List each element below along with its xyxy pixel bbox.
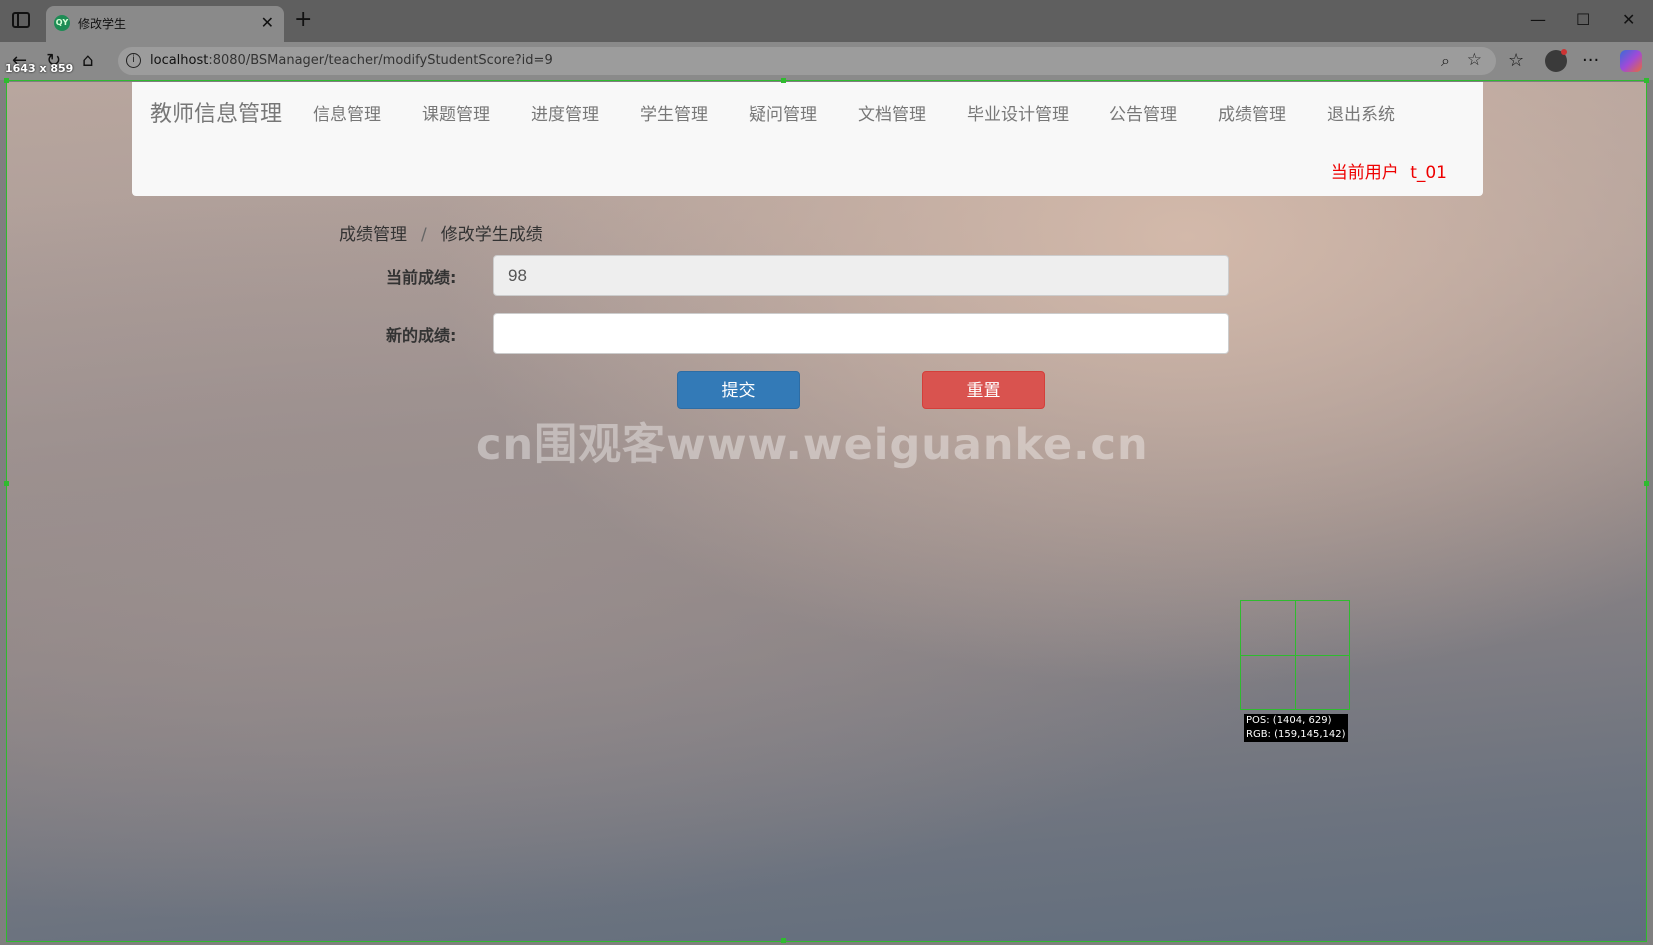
resize-handle[interactable] xyxy=(4,481,9,486)
nav-progress-management[interactable]: 进度管理 xyxy=(531,100,599,125)
resize-handle[interactable] xyxy=(1644,78,1649,83)
magnifier-crosshair xyxy=(1240,600,1350,710)
url-path: :8080/BSManager/teacher/modifyStudentSco… xyxy=(208,53,553,68)
new-tab-icon[interactable]: + xyxy=(294,8,312,32)
close-tab-icon[interactable]: ✕ xyxy=(261,13,274,32)
reset-button[interactable]: 重置 xyxy=(922,371,1045,409)
site-info-icon[interactable]: i xyxy=(126,53,141,68)
capture-size-label: 1643 x 859 xyxy=(5,62,74,75)
pos-readout: POS: (1404, 629) xyxy=(1246,715,1332,726)
resize-handle[interactable] xyxy=(781,938,786,943)
browser-tab[interactable]: QY 修改学生 ✕ xyxy=(46,6,284,42)
rgb-readout: RGB: (159,145,142) xyxy=(1246,729,1346,740)
url-host: localhost xyxy=(150,53,209,68)
more-menu-icon[interactable]: ··· xyxy=(1582,50,1599,71)
site-favicon-icon: QY xyxy=(54,15,70,31)
home-icon[interactable]: ⌂ xyxy=(82,50,93,71)
nav-graduation-design-management[interactable]: 毕业设计管理 xyxy=(967,100,1069,125)
window-close-icon[interactable]: ✕ xyxy=(1622,10,1635,29)
breadcrumb: 成绩管理 / 修改学生成绩 xyxy=(339,220,543,245)
resize-handle[interactable] xyxy=(781,78,786,83)
pixel-readout: POS: (1404, 629) RGB: (159,145,142) xyxy=(1244,714,1348,742)
breadcrumb-separator: / xyxy=(421,225,427,245)
nav-topic-management[interactable]: 课题管理 xyxy=(422,100,490,125)
minimize-icon[interactable]: — xyxy=(1530,10,1546,29)
resize-handle[interactable] xyxy=(1644,481,1649,486)
favorites-icon[interactable]: ☆ xyxy=(1508,50,1524,71)
submit-button[interactable]: 提交 xyxy=(677,371,800,409)
notification-dot xyxy=(1561,49,1567,55)
page-viewport: 教师信息管理 信息管理 课题管理 进度管理 学生管理 疑问管理 文档管理 毕业设… xyxy=(6,82,1647,942)
browser-toolbar: ← ↻ ⌂ i localhost:8080/BSManager/teacher… xyxy=(0,42,1653,80)
tab-title: 修改学生 xyxy=(78,17,127,31)
current-score-label: 当前成绩: xyxy=(386,268,457,287)
current-score-field[interactable] xyxy=(493,255,1229,296)
url-text[interactable]: localhost:8080/BSManager/teacher/modifyS… xyxy=(150,53,553,68)
nav-document-management[interactable]: 文档管理 xyxy=(858,100,926,125)
new-score-label: 新的成绩: xyxy=(386,326,457,345)
resize-handle[interactable] xyxy=(4,78,9,83)
nav-student-management[interactable]: 学生管理 xyxy=(640,100,708,125)
nav-question-management[interactable]: 疑问管理 xyxy=(749,100,817,125)
copilot-icon[interactable] xyxy=(1620,50,1642,72)
new-score-input[interactable] xyxy=(493,313,1229,354)
top-navbar: 教师信息管理 信息管理 课题管理 进度管理 学生管理 疑问管理 文档管理 毕业设… xyxy=(132,82,1483,196)
navbar-brand[interactable]: 教师信息管理 xyxy=(150,96,282,128)
tab-actions-icon[interactable] xyxy=(12,12,30,28)
watermark: cn围观客www.weiguanke.cn xyxy=(476,420,1149,470)
address-bar[interactable]: i localhost:8080/BSManager/teacher/modif… xyxy=(118,47,1496,75)
nav-logout[interactable]: 退出系统 xyxy=(1327,100,1395,125)
current-user: 当前用户 t_01 xyxy=(1330,163,1447,183)
nav-score-management[interactable]: 成绩管理 xyxy=(1218,100,1286,125)
maximize-icon[interactable]: ☐ xyxy=(1576,10,1590,29)
breadcrumb-parent[interactable]: 成绩管理 xyxy=(339,225,407,245)
zoom-icon[interactable]: ⌕ xyxy=(1441,51,1450,71)
browser-tab-bar: QY 修改学生 ✕ + — ☐ ✕ xyxy=(0,0,1653,42)
nav-notice-management[interactable]: 公告管理 xyxy=(1109,100,1177,125)
breadcrumb-current: 修改学生成绩 xyxy=(440,225,543,245)
nav-info-management[interactable]: 信息管理 xyxy=(313,100,381,125)
favorite-star-icon[interactable]: ☆ xyxy=(1467,50,1482,70)
